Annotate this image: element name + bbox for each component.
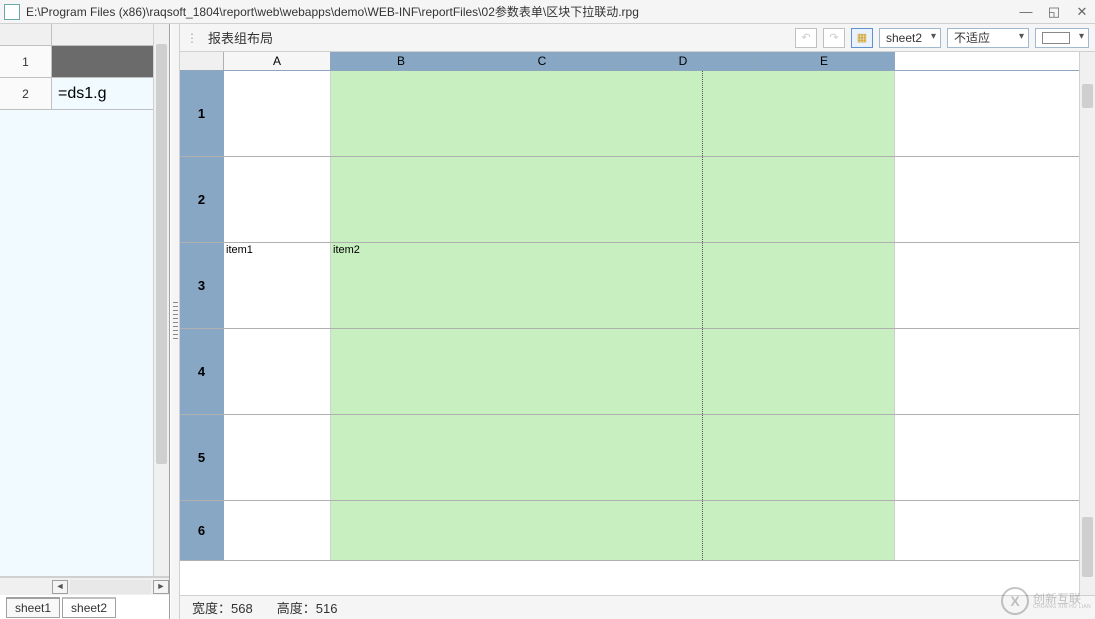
left-grid-cell[interactable] bbox=[52, 46, 153, 78]
layout-grid[interactable]: A B C D E 1 2 bbox=[180, 52, 1079, 595]
app-icon bbox=[4, 4, 20, 20]
right-vertical-scrollbar[interactable] bbox=[1079, 52, 1095, 595]
cell[interactable] bbox=[224, 501, 331, 560]
cell-merged[interactable] bbox=[331, 501, 895, 560]
row-header[interactable]: 5 bbox=[180, 415, 224, 500]
drag-handle-icon[interactable]: ⋮ bbox=[186, 31, 198, 45]
layout-label: 报表组布局 bbox=[208, 28, 273, 47]
row-header[interactable]: 6 bbox=[180, 501, 224, 560]
cell-item2[interactable]: item2 bbox=[331, 243, 895, 328]
grid-row: 4 bbox=[180, 329, 1079, 415]
col-header-B[interactable]: B bbox=[331, 52, 472, 70]
row-header[interactable]: 3 bbox=[180, 243, 224, 328]
scroll-right-button[interactable]: ► bbox=[153, 580, 169, 594]
row-header[interactable]: 1 bbox=[180, 71, 224, 156]
cell[interactable] bbox=[224, 71, 331, 156]
splitter[interactable] bbox=[170, 24, 180, 619]
undo-button[interactable]: ↶ bbox=[795, 28, 817, 48]
cell-merged[interactable] bbox=[331, 415, 895, 500]
status-width: 宽度：568 bbox=[192, 598, 253, 617]
cell-merged[interactable] bbox=[331, 329, 895, 414]
layout-view-button[interactable]: ▦ bbox=[851, 28, 873, 48]
col-header-E[interactable]: E bbox=[754, 52, 895, 70]
title-bar: E:\Program Files (x86)\raqsoft_1804\repo… bbox=[0, 0, 1095, 24]
toolbar: ⋮ 报表组布局 ↶ ↷ ▦ sheet2 不适应 bbox=[180, 24, 1095, 52]
fit-mode-select[interactable]: 不适应 bbox=[947, 28, 1029, 48]
left-grid-corner bbox=[0, 24, 52, 46]
sheet-select[interactable]: sheet2 bbox=[879, 28, 941, 48]
grid-corner[interactable] bbox=[180, 52, 224, 70]
item2-label: item2 bbox=[333, 244, 360, 256]
row-header[interactable]: 4 bbox=[180, 329, 224, 414]
cell[interactable] bbox=[224, 157, 331, 242]
row-header[interactable]: 2 bbox=[180, 157, 224, 242]
left-grid[interactable]: 1 2 =ds1.g bbox=[0, 24, 153, 576]
right-panel: ⋮ 报表组布局 ↶ ↷ ▦ sheet2 不适应 A B C D E bbox=[180, 24, 1095, 619]
left-panel: 1 2 =ds1.g ◄ ► sheet1 sheet2 bbox=[0, 24, 170, 619]
grid-row: 2 bbox=[180, 157, 1079, 243]
cell-item1[interactable]: item1 bbox=[224, 243, 331, 328]
grid-row: 5 bbox=[180, 415, 1079, 501]
cell[interactable] bbox=[224, 415, 331, 500]
window-title: E:\Program Files (x86)\raqsoft_1804\repo… bbox=[26, 3, 1017, 20]
scroll-left-button[interactable]: ◄ bbox=[52, 580, 68, 594]
left-vertical-scrollbar[interactable] bbox=[153, 24, 169, 576]
color-select[interactable] bbox=[1035, 28, 1089, 48]
cell-merged[interactable] bbox=[331, 71, 895, 156]
status-height: 高度：516 bbox=[277, 598, 338, 617]
left-grid-row-header[interactable]: 2 bbox=[0, 78, 52, 110]
cell[interactable] bbox=[224, 329, 331, 414]
col-header-A[interactable]: A bbox=[224, 52, 331, 70]
col-header-D[interactable]: D bbox=[613, 52, 754, 70]
left-grid-row-header[interactable]: 1 bbox=[0, 46, 52, 78]
minimize-button[interactable]: — bbox=[1017, 4, 1035, 20]
left-sheet-tabs: sheet1 sheet2 bbox=[0, 595, 169, 619]
maximize-button[interactable]: ◱ bbox=[1045, 4, 1063, 20]
sheet-tab-sheet1[interactable]: sheet1 bbox=[6, 597, 60, 618]
close-button[interactable]: ✕ bbox=[1073, 4, 1091, 20]
window-controls: — ◱ ✕ bbox=[1017, 4, 1091, 20]
status-bar: 宽度：568 高度：516 bbox=[180, 595, 1095, 619]
col-header-C[interactable]: C bbox=[472, 52, 613, 70]
left-horizontal-scrollbar[interactable]: ◄ ► bbox=[0, 577, 169, 595]
grid-row: 6 bbox=[180, 501, 1079, 561]
column-headers: A B C D E bbox=[180, 52, 1079, 71]
sheet-tab-sheet2[interactable]: sheet2 bbox=[62, 597, 116, 618]
left-grid-colhdr[interactable] bbox=[52, 24, 153, 46]
left-grid-cell[interactable]: =ds1.g bbox=[52, 78, 153, 110]
grid-row: 1 bbox=[180, 71, 1079, 157]
redo-button[interactable]: ↷ bbox=[823, 28, 845, 48]
cell-merged[interactable] bbox=[331, 157, 895, 242]
grid-row: 3 item1 item2 bbox=[180, 243, 1079, 329]
